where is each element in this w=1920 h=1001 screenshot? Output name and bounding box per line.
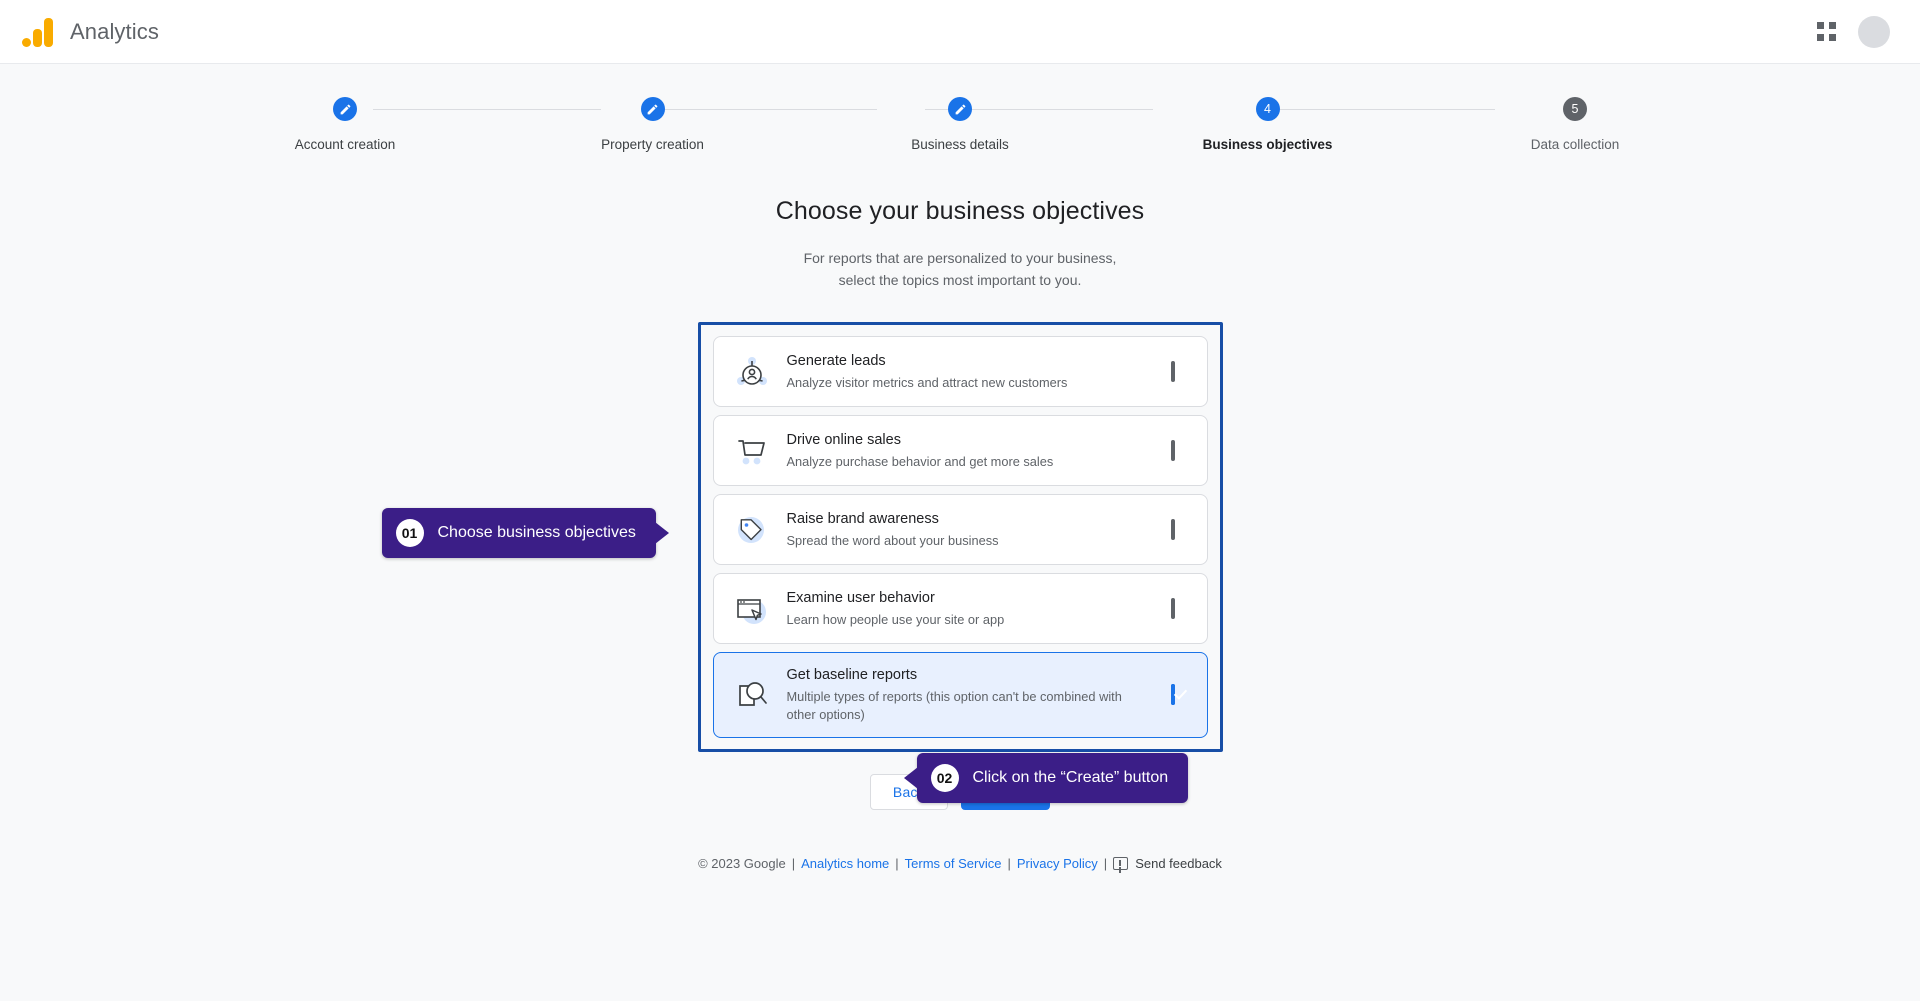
stepper-label: Data collection <box>1530 137 1620 152</box>
app-header: Analytics <box>0 0 1920 64</box>
page-footer: © 2023 Google | Analytics home | Terms o… <box>0 856 1920 871</box>
browser-cursor-icon <box>731 588 773 630</box>
shopping-cart-icon <box>731 430 773 472</box>
footer-separator: | <box>1103 856 1108 872</box>
header-actions <box>1814 15 1898 48</box>
objective-text: Drive online sales Analyze purchase beha… <box>787 431 1151 471</box>
objective-title: Get baseline reports <box>786 667 918 684</box>
apps-grid-icon[interactable] <box>1814 20 1838 44</box>
objective-text: Raise brand awareness Spread the word ab… <box>787 510 1151 550</box>
step-number: 4 <box>1255 97 1280 121</box>
objective-title: Examine user behavior <box>786 590 935 607</box>
analytics-logo-icon <box>22 17 56 47</box>
stepper-item-data-collection[interactable]: 5 Data collection <box>1475 97 1675 152</box>
brand[interactable]: Analytics <box>22 17 159 47</box>
stepper-label: Property creation <box>601 137 704 152</box>
stepper-label: Business objectives <box>1202 137 1333 152</box>
objective-description: Analyze visitor metrics and attract new … <box>786 374 1068 390</box>
footer-separator: | <box>1007 856 1011 872</box>
callout-text: Click on the “Create” button <box>972 769 1169 787</box>
stepper-item-account-creation[interactable]: Account creation <box>245 97 445 152</box>
objective-checkbox[interactable] <box>1170 518 1189 540</box>
objective-option-drive-online-sales[interactable]: Drive online sales Analyze purchase beha… <box>712 415 1208 487</box>
objective-description: Analyze purchase behavior and get more s… <box>786 453 1054 469</box>
objective-description: Multiple types of reports (this option c… <box>786 688 1122 723</box>
stepper-item-property-creation[interactable]: Property creation <box>553 97 753 152</box>
stepper-label: Account creation <box>294 137 396 152</box>
magnifier-report-icon <box>731 674 773 716</box>
objective-text: Examine user behavior Learn how people u… <box>787 589 1151 629</box>
objective-description: Spread the word about your business <box>786 532 999 548</box>
page-subtitle-line2: select the topics most important to you. <box>838 271 1082 288</box>
avatar[interactable] <box>1858 15 1890 48</box>
objective-option-examine-user-behavior[interactable]: Examine user behavior Learn how people u… <box>712 573 1208 645</box>
objective-option-get-baseline-reports[interactable]: Get baseline reports Multiple types of r… <box>712 652 1208 739</box>
edit-icon <box>948 97 972 121</box>
objective-checkbox[interactable] <box>1170 684 1189 706</box>
objective-option-generate-leads[interactable]: Generate leads Analyze visitor metrics a… <box>712 336 1208 408</box>
callout-text: Choose business objectives <box>437 524 636 542</box>
generate-leads-icon <box>731 351 773 393</box>
stepper-item-business-objectives[interactable]: 4 Business objectives <box>1168 97 1368 152</box>
callout-arrow-right-icon <box>654 522 669 545</box>
callout-arrow-left-icon <box>903 767 918 790</box>
objective-title: Drive online sales <box>786 432 901 449</box>
price-tag-icon <box>731 509 773 551</box>
objective-checkbox[interactable] <box>1170 597 1189 619</box>
footer-separator: | <box>791 856 796 872</box>
privacy-policy-link[interactable]: Privacy Policy <box>1017 856 1098 871</box>
copyright-text: © 2023 Google <box>698 856 786 872</box>
stepper-item-business-details[interactable]: Business details <box>860 97 1060 152</box>
setup-stepper: Account creation Property creation Busin… <box>245 97 1675 159</box>
objective-option-raise-brand-awareness[interactable]: Raise brand awareness Spread the word ab… <box>712 494 1208 566</box>
send-feedback-button[interactable]: Send feedback <box>1113 856 1222 871</box>
objectives-list: Generate leads Analyze visitor metrics a… <box>697 322 1223 753</box>
main-content: Choose your business objectives For repo… <box>0 197 1920 871</box>
objective-description: Learn how people use your site or app <box>786 611 1005 627</box>
callout-number: 01 <box>395 519 424 548</box>
stepper-label: Business details <box>911 137 1009 152</box>
callout-step-02: 02 Click on the “Create” button <box>903 753 1189 804</box>
objective-title: Generate leads <box>786 353 886 370</box>
callout-number: 02 <box>930 764 959 793</box>
objective-title: Raise brand awareness <box>786 511 939 528</box>
brand-title: Analytics <box>70 18 159 44</box>
edit-icon <box>640 97 665 121</box>
terms-of-service-link[interactable]: Terms of Service <box>905 856 1002 871</box>
edit-icon <box>333 97 357 121</box>
page-subtitle: For reports that are personalized to you… <box>0 248 1920 291</box>
page-subtitle-line1: For reports that are personalized to you… <box>803 250 1117 266</box>
objectives-section: 01 Choose business objectives Generate l… <box>381 322 1223 804</box>
feedback-icon <box>1113 857 1129 871</box>
objective-checkbox[interactable] <box>1170 360 1189 382</box>
objective-text: Generate leads Analyze visitor metrics a… <box>787 352 1151 392</box>
analytics-home-link[interactable]: Analytics home <box>801 856 889 871</box>
objective-text: Get baseline reports Multiple types of r… <box>787 666 1151 724</box>
send-feedback-label: Send feedback <box>1135 856 1222 872</box>
step-number: 5 <box>1563 97 1587 121</box>
page-title: Choose your business objectives <box>775 197 1145 225</box>
footer-separator: | <box>895 856 899 872</box>
objective-checkbox[interactable] <box>1170 439 1189 461</box>
callout-step-01: 01 Choose business objectives <box>381 508 669 559</box>
